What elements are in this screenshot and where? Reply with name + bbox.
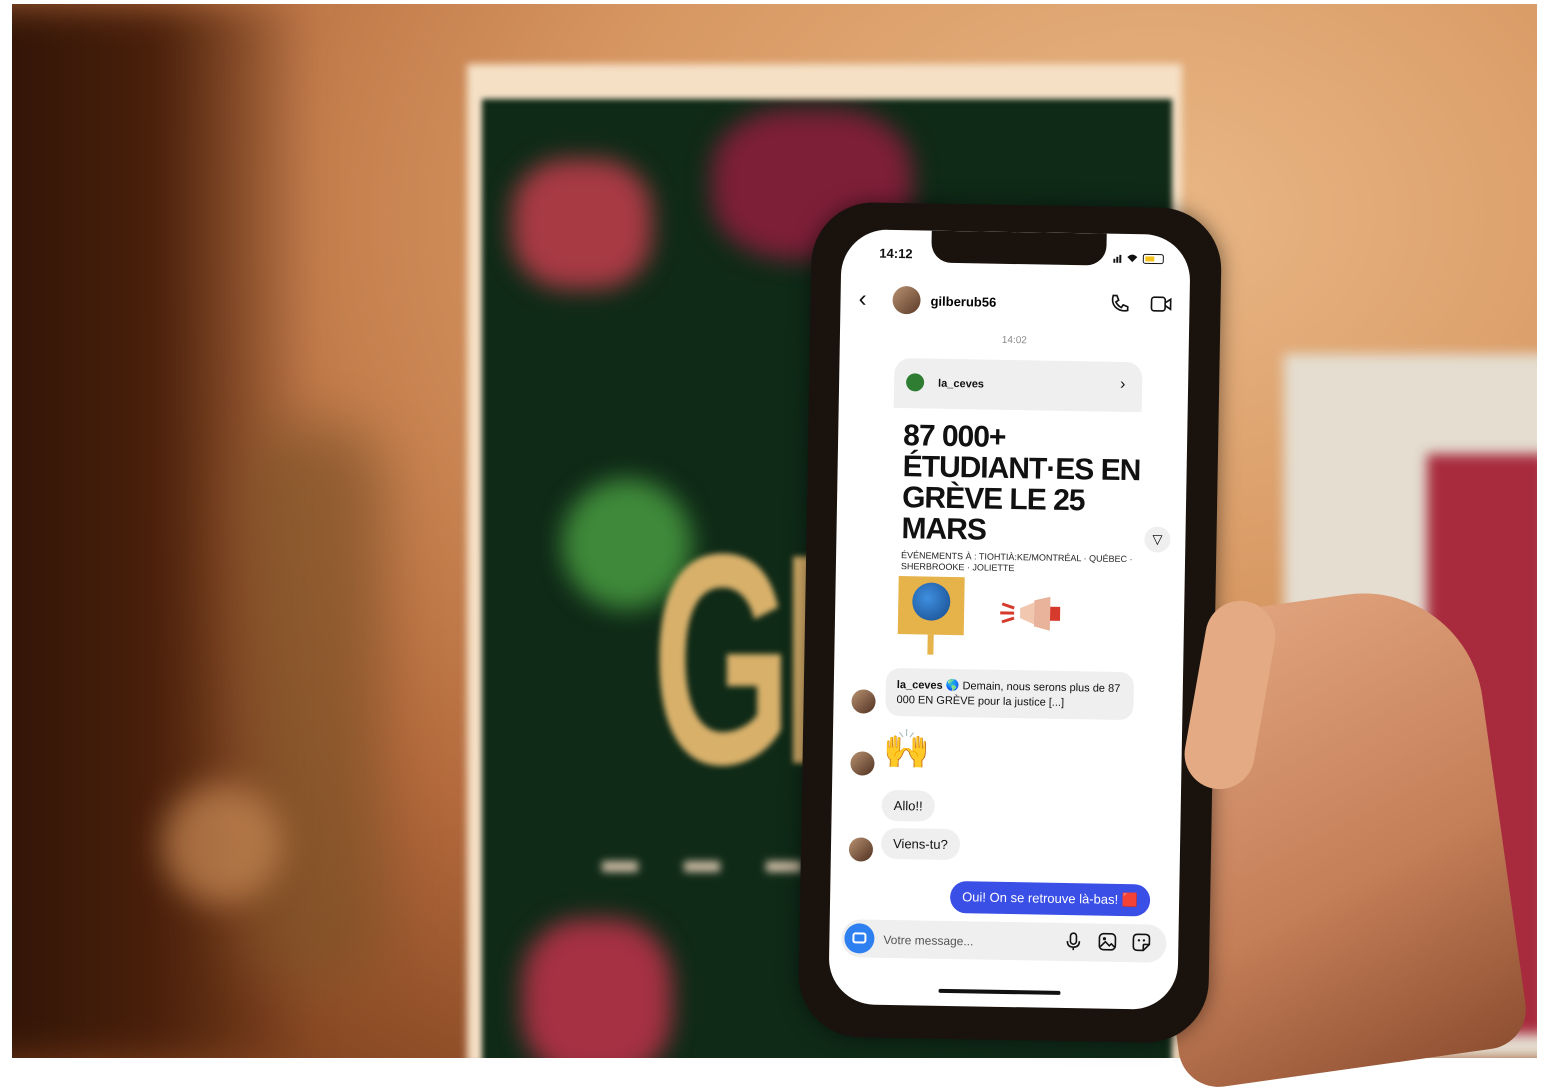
shared-post-header[interactable]: la_ceves ›	[893, 357, 1143, 413]
send-icon[interactable]: ▽	[1144, 526, 1171, 553]
chat-username[interactable]: gilberub56	[930, 294, 996, 310]
emoji-message[interactable]: 🙌	[882, 729, 930, 772]
post-caption: la_ceves 🌎 Demain, nous serons plus de 8…	[896, 678, 1124, 712]
status-icons	[1113, 252, 1167, 268]
caption-author: la_ceves	[896, 679, 943, 692]
chevron-right-icon: ›	[1119, 375, 1126, 393]
sign-stick	[927, 634, 934, 655]
sticker-icon[interactable]	[1131, 932, 1151, 952]
shared-account-avatar	[905, 373, 925, 392]
call-icon[interactable]	[1108, 293, 1130, 315]
status-time: 14:12	[879, 245, 913, 262]
video-icon[interactable]	[1150, 294, 1172, 314]
message-composer	[841, 919, 1167, 963]
avatar	[851, 689, 876, 714]
chat-header: ‹ gilberub56	[840, 279, 1190, 327]
post-caption-bubble[interactable]: la_ceves 🌎 Demain, nous serons plus de 8…	[885, 667, 1135, 721]
received-message[interactable]: Allo!!	[881, 789, 935, 822]
bokeh-light	[162, 784, 282, 904]
avatar[interactable]	[892, 285, 921, 315]
received-message[interactable]: Viens-tu?	[880, 827, 961, 861]
camera-button[interactable]	[844, 923, 875, 954]
avatar	[850, 751, 875, 776]
phone-screen: 14:12 ‹ gilberub56 14:02 la_ceves › 87 0…	[828, 229, 1191, 1010]
message-timestamp: 14:02	[1001, 334, 1027, 347]
mic-icon[interactable]	[1063, 931, 1083, 951]
post-headline: 87 000+ ÉTUDIANT·ES EN GRÈVE LE 25 MARS	[901, 419, 1141, 547]
phone-notch	[931, 230, 1107, 266]
gallery-icon[interactable]	[1097, 932, 1117, 952]
shared-account-name: la_ceves	[937, 377, 985, 391]
home-indicator	[938, 988, 1061, 995]
post-subline: ÉVÉNEMENTS À : TIOHTIÀ:KE/MONTRÉAL · QUÉ…	[900, 550, 1133, 574]
megaphone-illustration	[1000, 596, 1061, 631]
sent-message[interactable]: Oui! On se retrouve là-bas! 🟥	[949, 881, 1151, 917]
message-input[interactable]	[881, 925, 1066, 958]
shared-post[interactable]: 87 000+ ÉTUDIANT·ES EN GRÈVE LE 25 MARS …	[889, 407, 1142, 663]
avatar	[848, 837, 874, 862]
blurred-object	[242, 424, 382, 984]
camera-icon	[852, 932, 867, 944]
back-icon[interactable]: ‹	[858, 285, 866, 313]
